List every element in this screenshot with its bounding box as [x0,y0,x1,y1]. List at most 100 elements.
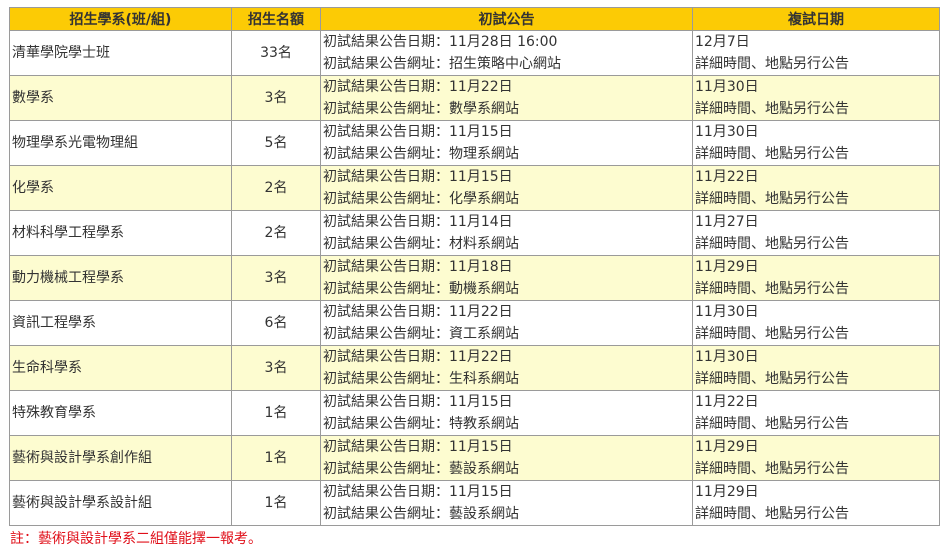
second-exam-date-cell: 11月30日詳細時間、地點另行公告 [692,300,940,346]
initial-notice-cell: 初試結果公告日期：11月22日 初試結果公告網址：資工系網站 [320,300,693,346]
exam-note-text: 詳細時間、地點另行公告 [695,146,849,162]
quota-cell: 33名 [231,30,321,76]
table-header-row: 招生學系(班/組) 招生名額 初試公告 複試日期 [9,7,940,31]
exam-note-text: 詳細時間、地點另行公告 [695,506,849,522]
initial-notice-cell: 初試結果公告日期：11月15日 初試結果公告網址：特教系網站 [320,390,693,436]
initial-notice-cell: 初試結果公告日期：11月28日 16:00 初試結果公告網址：招生策略中心網站 [320,30,693,76]
notice-date-text: 初試結果公告日期：11月22日 [323,79,513,95]
department-cell: 數學系 [9,75,232,121]
exam-date-text: 11月30日 [695,124,759,140]
second-exam-date-cell: 12月7日詳細時間、地點另行公告 [692,30,940,76]
notice-date-text: 初試結果公告日期：11月15日 [323,394,513,410]
initial-notice-cell: 初試結果公告日期：11月18日 初試結果公告網址：動機系網站 [320,255,693,301]
initial-notice-cell: 初試結果公告日期：11月22日 初試結果公告網址：生科系網站 [320,345,693,391]
table-row: 生命科學系 3名 初試結果公告日期：11月22日 初試結果公告網址：生科系網站 11月3… [9,345,940,391]
table-row: 藝術與設計學系設計組 1名 初試結果公告日期：11月15日 初試結果公告網址：藝設系網… [9,480,940,526]
exam-date-text: 11月30日 [695,304,759,320]
quota-cell: 1名 [231,390,321,436]
second-exam-date-cell: 11月22日 詳細時間、地點另行公告 [692,165,940,211]
notice-date-text: 初試結果公告日期：11月15日 [323,439,513,455]
second-exam-date-cell: 11月30日詳細時間、地點另行公告 [692,120,940,166]
table-row: 物理學系光電物理組 5名 初試結果公告日期：11月15日 初試結果公告網址：物理系網站… [9,120,940,166]
table-row: 化學系 2名 初試結果公告日期：11月15日 初試結果公告網址：化學系網站 11月22日… [9,165,940,211]
exam-date-text: 11月29日 [695,259,759,275]
second-exam-date-cell: 11月29日詳細時間、地點另行公告 [692,480,940,526]
notice-date-text: 初試結果公告日期：11月28日 16:00 [323,34,558,50]
department-cell: 資訊工程學系 [9,300,232,346]
quota-cell: 6名 [231,300,321,346]
initial-notice-cell: 初試結果公告日期：11月15日 初試結果公告網址：藝設系網站 [320,435,693,481]
notice-date-text: 初試結果公告日期：11月18日 [323,259,513,275]
notice-site-text: 初試結果公告網址：藝設系網站 [323,506,519,522]
admissions-table: 招生學系(班/組) 招生名額 初試公告 複試日期 清華學院學士班 33名 初試結果公… [9,7,940,526]
quota-cell: 2名 [231,210,321,256]
exam-date-text: 11月27日 [695,214,759,230]
quota-cell: 5名 [231,120,321,166]
notice-site-text: 初試結果公告網址：生科系網站 [323,371,519,387]
notice-date-text: 初試結果公告日期：11月22日 [323,304,513,320]
notice-site-text: 初試結果公告網址：物理系網站 [323,146,519,162]
notice-site-text: 初試結果公告網址：動機系網站 [323,281,519,297]
notice-date-text: 初試結果公告日期：11月15日 [323,124,513,140]
second-exam-date-cell: 11月30日詳細時間、地點另行公告 [692,75,940,121]
exam-date-text: 12月7日 [695,34,750,50]
table-row: 資訊工程學系 6名 初試結果公告日期：11月22日 初試結果公告網址：資工系網站 11月… [9,300,940,346]
notice-date-text: 初試結果公告日期：11月22日 [323,349,513,365]
exam-note-text: 詳細時間、地點另行公告 [695,236,849,252]
exam-date-text: 11月30日 [695,349,759,365]
department-cell: 化學系 [9,165,232,211]
department-cell: 物理學系光電物理組 [9,120,232,166]
table-row: 清華學院學士班 33名 初試結果公告日期：11月28日 16:00 初試結果公告網址：… [9,30,940,76]
notice-site-text: 初試結果公告網址：招生策略中心網站 [323,56,561,72]
exam-date-text: 11月29日 [695,484,759,500]
initial-notice-cell: 初試結果公告日期：11月14日 初試結果公告網址：材料系網站 [320,210,693,256]
column-header-quota: 招生名額 [231,7,321,31]
exam-note-text: 詳細時間、地點另行公告 [695,56,849,72]
second-exam-date-cell: 11月29日詳細時間、地點另行公告 [692,255,940,301]
column-header-second-exam-date: 複試日期 [692,7,940,31]
exam-note-text: 詳細時間、地點另行公告 [695,281,849,297]
exam-note-text: 詳細時間、地點另行公告 [695,101,849,117]
department-cell: 材料科學工程學系 [9,210,232,256]
second-exam-date-cell: 11月27日詳細時間、地點另行公告 [692,210,940,256]
notice-date-text: 初試結果公告日期：11月15日 [323,169,513,185]
exam-date-text: 11月22日 [695,394,759,410]
notice-site-text: 初試結果公告網址：藝設系網站 [323,461,519,477]
quota-cell: 3名 [231,345,321,391]
department-cell: 動力機械工程學系 [9,255,232,301]
second-exam-date-cell: 11月29日詳細時間、地點另行公告 [692,435,940,481]
notice-date-text: 初試結果公告日期：11月14日 [323,214,513,230]
department-cell: 藝術與設計學系設計組 [9,480,232,526]
exam-note-text: 詳細時間、地點另行公告 [695,461,849,477]
quota-cell: 1名 [231,435,321,481]
quota-cell: 2名 [231,165,321,211]
quota-cell: 3名 [231,255,321,301]
table-row: 數學系 3名 初試結果公告日期：11月22日 初試結果公告網址：數學系網站 11月30日… [9,75,940,121]
second-exam-date-cell: 11月22日詳細時間、地點另行公告 [692,390,940,436]
quota-cell: 1名 [231,480,321,526]
department-cell: 生命科學系 [9,345,232,391]
initial-notice-cell: 初試結果公告日期：11月15日 初試結果公告網址：物理系網站 [320,120,693,166]
notice-site-text: 初試結果公告網址：數學系網站 [323,101,519,117]
department-cell: 藝術與設計學系創作組 [9,435,232,481]
admissions-schedule: 招生學系(班/組) 招生名額 初試公告 複試日期 清華學院學士班 33名 初試結果公… [9,7,940,548]
initial-notice-cell: 初試結果公告日期：11月22日 初試結果公告網址：數學系網站 [320,75,693,121]
exam-note-text: 詳細時間、地點另行公告 [695,371,849,387]
notice-date-text: 初試結果公告日期：11月15日 [323,484,513,500]
exam-note-text: 詳細時間、地點另行公告 [695,416,849,432]
exam-date-text: 11月29日 [695,439,759,455]
table-row: 特殊教育學系 1名 初試結果公告日期：11月15日 初試結果公告網址：特教系網站 11月… [9,390,940,436]
table-row: 藝術與設計學系創作組 1名 初試結果公告日期：11月15日 初試結果公告網址：藝設系網… [9,435,940,481]
department-cell: 清華學院學士班 [9,30,232,76]
table-row: 材料科學工程學系 2名 初試結果公告日期：11月14日 初試結果公告網址：材料系網站 1… [9,210,940,256]
column-header-department: 招生學系(班/組) [9,7,232,31]
footnote: 註：藝術與設計學系二組僅能擇一報考。 [10,531,262,547]
second-exam-date-cell: 11月30日詳細時間、地點另行公告 [692,345,940,391]
notice-site-text: 初試結果公告網址：化學系網站 [323,191,519,207]
notice-site-text: 初試結果公告網址：材料系網站 [323,236,519,252]
notice-site-text: 初試結果公告網址：特教系網站 [323,416,519,432]
exam-date-text: 11月30日 [695,79,759,95]
exam-note-text: 詳細時間、地點另行公告 [695,326,849,342]
quota-cell: 3名 [231,75,321,121]
column-header-initial-notice: 初試公告 [320,7,693,31]
